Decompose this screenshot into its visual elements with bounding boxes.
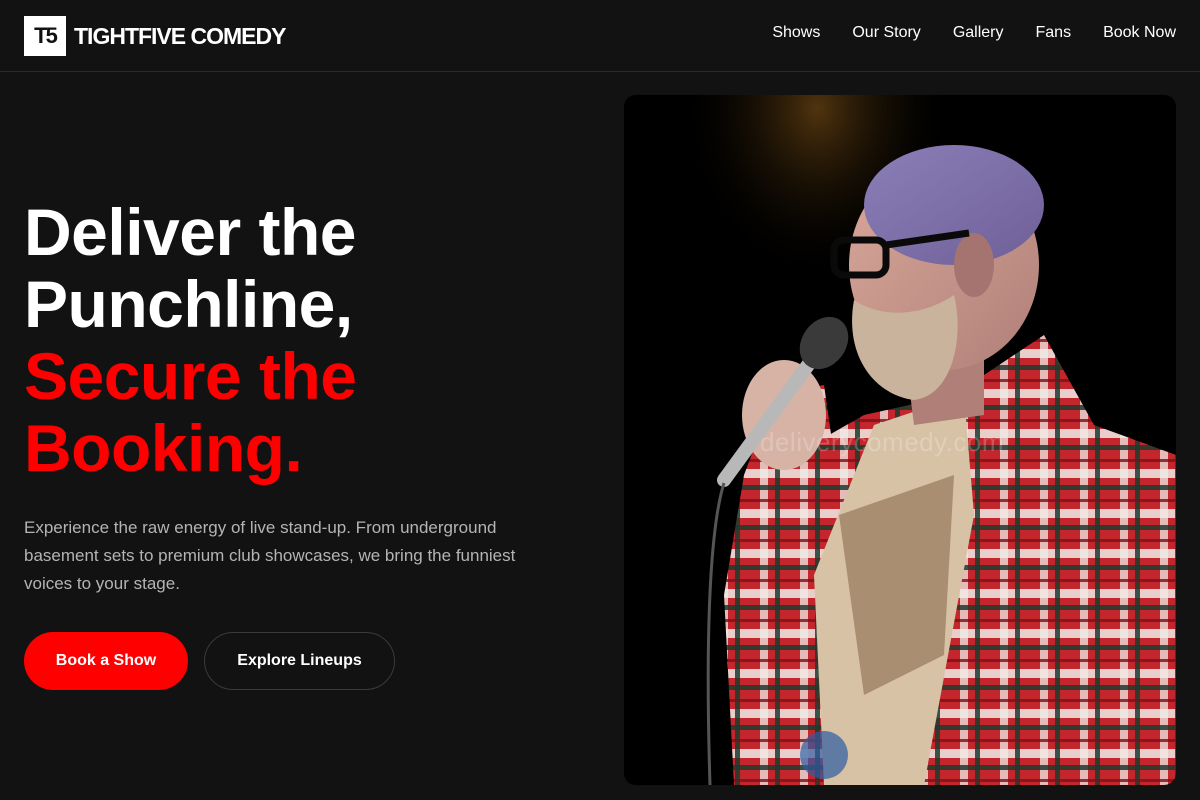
main-nav: Shows Our Story Gallery Fans Book Now [772, 22, 1176, 44]
brand-name: TIGHTFIVE COMEDY [74, 22, 286, 49]
hero-copy: Deliver the Punchline, Secure the Bookin… [24, 196, 584, 690]
hero-description: Experience the raw energy of live stand-… [24, 518, 516, 593]
top-navigation-bar: T5 TIGHTFIVE COMEDY Shows Our Story Gall… [0, 0, 1200, 72]
brand-logo-link[interactable]: T5 TIGHTFIVE COMEDY [24, 16, 286, 56]
hero-headline: Deliver the Punchline, Secure the Bookin… [24, 196, 584, 484]
nav-item-shows[interactable]: Shows [772, 22, 820, 44]
t5-logo-icon: T5 [24, 16, 66, 56]
headline-line-1: Deliver the [24, 195, 356, 269]
nav-item-gallery[interactable]: Gallery [953, 22, 1004, 44]
book-a-show-button[interactable]: Book a Show [24, 632, 188, 690]
comedian-performance-photo: deliverycomedy.com [624, 95, 1176, 785]
nav-item-fans[interactable]: Fans [1036, 22, 1072, 44]
nav-item-our-story[interactable]: Our Story [852, 22, 920, 44]
hero-actions: Book a Show Explore Lineups [24, 632, 584, 690]
headline-accent-line-2: Booking. [24, 411, 303, 485]
explore-lineups-button[interactable]: Explore Lineups [204, 632, 395, 690]
nav-item-book-now[interactable]: Book Now [1103, 22, 1176, 44]
headline-line-2: Punchline, [24, 267, 353, 341]
headline-accent-line-1: Secure the [24, 339, 357, 413]
photo-watermark: deliverycomedy.com [760, 427, 1005, 457]
